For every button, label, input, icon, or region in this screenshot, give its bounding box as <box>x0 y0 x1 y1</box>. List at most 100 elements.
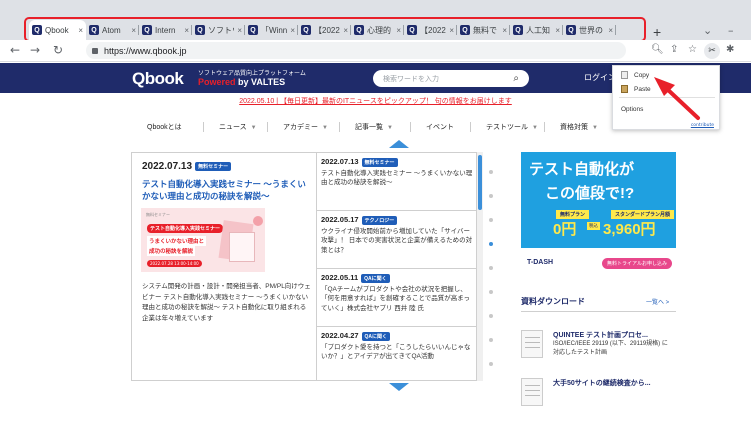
zoom-icon[interactable]: 🔍︎ <box>651 44 664 55</box>
feature-description: システム開発の計画・設計・開発担当者、PM/PL向けウェビナー テスト自動化導入… <box>142 283 311 322</box>
feature-date: 2022.07.13 無料セミナー <box>142 161 232 172</box>
list-item[interactable]: 2022.07.13 無料セミナー テスト自動化導入実践セミナー 〜うまくいかない理… <box>317 153 476 211</box>
image-decoration <box>229 232 255 262</box>
image-line2: 成功の秘訣を解説 <box>147 246 196 256</box>
chevron-down-icon[interactable]: ⌄ <box>703 24 712 37</box>
tab-4[interactable]: Qソフトウ× <box>192 20 245 40</box>
nav-separator <box>339 122 340 132</box>
ad-trial-button[interactable]: 無料トライアルお申し込み <box>602 258 672 269</box>
tab-11[interactable]: Q 世界の × <box>563 20 616 40</box>
tab-title: Intern <box>155 25 176 35</box>
tab-3[interactable]: Q Intern × <box>139 20 192 40</box>
nav-item-1[interactable]: Qbookとは <box>147 122 182 132</box>
feature-badge: 無料セミナー <box>195 161 232 171</box>
popup-copy-item[interactable]: Copy <box>621 71 649 79</box>
nav-separator <box>267 122 268 132</box>
tab-1[interactable]: Q Qbook × <box>29 20 86 40</box>
tab-close-icon[interactable]: × <box>290 26 295 35</box>
tab-close-icon[interactable]: × <box>608 26 613 35</box>
dropdown-caret-icon: ▼ <box>592 125 598 131</box>
nav-item-5[interactable]: イベント <box>426 122 454 132</box>
browser-window: QQbook×QAtom×QIntern×Qソフトウ×Q「Winn×Q【2022… <box>0 0 751 434</box>
tdash-logo: T-DASH <box>527 259 554 266</box>
article-badge: テクノロジー <box>361 215 398 225</box>
tab-close-icon[interactable]: × <box>396 26 401 35</box>
ad-headline2: この値段で!? <box>545 185 635 202</box>
tab-close-icon[interactable]: × <box>237 26 242 35</box>
site-logo[interactable]: Qbook <box>132 69 184 89</box>
tab-9[interactable]: Q 無料で × <box>457 20 510 40</box>
tab-6[interactable]: Q 【2022 × <box>298 20 351 40</box>
new-tab-button[interactable]: + <box>653 24 661 40</box>
carousel-dot[interactable] <box>489 338 493 342</box>
forward-icon[interactable]: → <box>30 43 40 57</box>
carousel-dot[interactable] <box>489 290 493 294</box>
image-decoration <box>253 216 263 226</box>
article-title: テスト自動化導入実践セミナー 〜うまくいかない理由と成功の秘訣を解説〜 <box>321 169 473 187</box>
popup-paste-item[interactable]: Paste <box>621 85 651 93</box>
article-date: 2022.05.17 テクノロジー <box>321 215 473 225</box>
article-list-scrollbar[interactable] <box>477 152 483 381</box>
address-bar[interactable]: https://www.qbook.jp <box>86 42 626 59</box>
bookmark-star-icon[interactable]: ☆ <box>688 44 697 55</box>
tab-close-icon[interactable]: × <box>449 26 454 35</box>
tab-title: 無料で <box>473 25 497 35</box>
favicon-icon: Q <box>248 25 258 35</box>
carousel-dot[interactable] <box>489 194 493 198</box>
feature-card[interactable]: 2022.07.13 無料セミナー テスト自動化導入実践セミナー 〜うまくいかない… <box>131 152 317 381</box>
carousel-dot[interactable] <box>489 314 493 318</box>
extension-icon[interactable]: ✂ <box>704 43 720 59</box>
favicon-icon: Q <box>301 25 311 35</box>
feature-image[interactable]: 無料セミナー テスト自動化導入実践セミナー うまくいかない理由と 成功の秘訣を解… <box>141 208 265 272</box>
tabs-highlight-box: QQbook×QAtom×QIntern×Qソフトウ×Q「Winn×Q【2022… <box>24 17 646 42</box>
tab-close-icon[interactable]: × <box>184 26 189 35</box>
share-icon[interactable]: ⇪ <box>670 44 678 55</box>
downloads-more-link[interactable]: 一覧へ > <box>646 297 669 306</box>
carousel-down-arrow-icon[interactable] <box>389 383 409 391</box>
tdash-ad-banner[interactable]: テスト自動化が この値段で!? 無料プラン スタンダードプラン月額 0円 税込 … <box>521 152 676 282</box>
carousel-dot[interactable] <box>489 170 493 174</box>
carousel-dot[interactable] <box>489 218 493 222</box>
back-icon[interactable]: ← <box>10 43 20 57</box>
nav-item-2[interactable]: ニュース ▼ <box>219 122 257 132</box>
list-item[interactable]: 2022.05.17 テクノロジー ウクライナ侵攻開始前から増加していた「サイバー攻… <box>317 211 476 269</box>
reload-icon[interactable]: ↻ <box>53 43 63 57</box>
nav-separator <box>203 122 204 132</box>
carousel-dot[interactable] <box>489 242 493 246</box>
tab-8[interactable]: Q 【2022 × <box>404 20 457 40</box>
nav-item-7[interactable]: 資格対策 ▼ <box>560 122 598 132</box>
tab-close-icon[interactable]: × <box>131 26 136 35</box>
tab-close-icon[interactable]: × <box>78 26 83 35</box>
tab-close-icon[interactable]: × <box>555 26 560 35</box>
extensions-puzzle-icon[interactable]: ✱ <box>726 44 734 55</box>
nav-item-4[interactable]: 記事一覧 ▼ <box>355 122 393 132</box>
dropdown-caret-icon: ▼ <box>532 125 538 131</box>
document-thumbnail-icon <box>521 378 543 406</box>
nav-item-6[interactable]: テストツール ▼ <box>486 122 538 132</box>
nav-item-3[interactable]: アカデミー ▼ <box>283 122 328 132</box>
carousel-dot[interactable] <box>489 266 493 270</box>
tab-5[interactable]: Q 「Winn × <box>245 20 298 40</box>
tab-close-icon[interactable]: × <box>502 26 507 35</box>
document-thumbnail-icon <box>521 330 543 358</box>
popup-contribute-link[interactable]: contribute <box>691 123 714 128</box>
list-item[interactable]: 2022.05.11 QAに聞く 「QAチームがプロダクトや会社の状況を把握し、「何… <box>317 269 476 327</box>
article-badge: 無料セミナー <box>361 157 398 167</box>
tab-7[interactable]: Q 心理的 × <box>351 20 404 40</box>
tab-10[interactable]: Q 人工知 × <box>510 20 563 40</box>
list-item[interactable]: 2022.04.27 QAに聞く 「プロダクト愛を持つと「こうしたらいいんじゃないか… <box>317 327 476 380</box>
tagline-powered: Powered by VALTES <box>198 77 286 87</box>
site-search-input[interactable]: 検索ワードを入力 ⌕ <box>373 70 529 87</box>
carousel-up-arrow-icon[interactable] <box>389 140 409 148</box>
feature-title[interactable]: テスト自動化導入実践セミナー 〜うまくいかない理由と成功の秘訣を解説〜 <box>142 178 310 202</box>
tab-title: 「Winn <box>261 25 287 35</box>
tab-title: ソフトウ <box>208 25 234 35</box>
favicon-icon: Q <box>407 25 417 35</box>
scrollbar-thumb[interactable] <box>478 155 482 210</box>
popup-options-item[interactable]: Options <box>621 106 643 113</box>
tab-close-icon[interactable]: × <box>343 26 348 35</box>
minimize-icon[interactable]: – <box>728 24 734 37</box>
carousel-dot[interactable] <box>489 362 493 366</box>
tab-2[interactable]: Q Atom × <box>86 20 139 40</box>
search-icon[interactable]: ⌕ <box>513 73 519 84</box>
